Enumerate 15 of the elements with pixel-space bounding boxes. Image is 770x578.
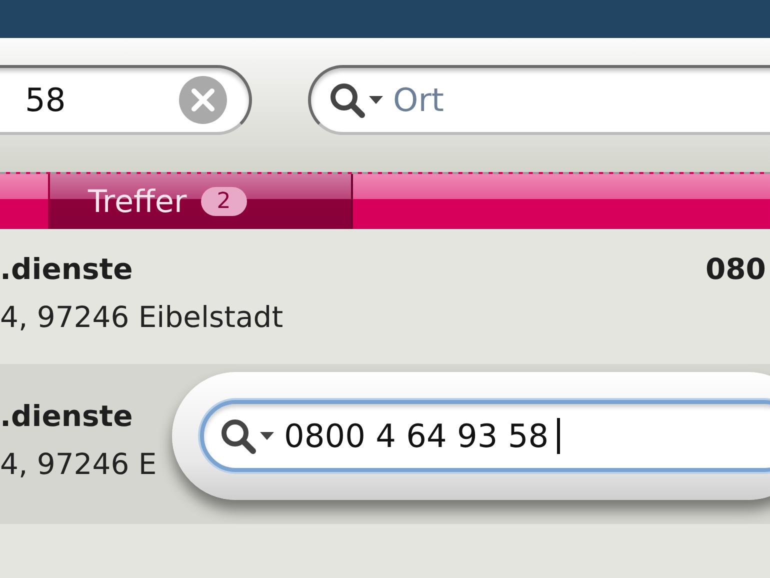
count-badge: 2 [200,187,247,216]
phone-number: 080 [705,252,767,286]
phone-search-field[interactable]: 58 [0,65,252,135]
search-field[interactable]: 0800 4 64 93 58 [200,400,770,472]
business-name: .dienste [0,399,133,433]
result-row[interactable]: .dienste 4, 97246 E 0800 4 64 93 58 [0,364,770,524]
address-text: 4, 97246 Eibelstadt [0,300,284,334]
text-cursor [556,418,560,454]
tab[interactable]: Treffer 2 [50,174,353,229]
address-text: 4, 97246 E [0,447,157,481]
place-search-field[interactable]: Ort [308,65,770,135]
place-input[interactable]: Ort [393,81,693,119]
field-value: 0800 4 64 93 58 [284,417,549,455]
phone-input[interactable]: 58 [25,81,175,119]
business-name: .dienste [0,252,133,286]
